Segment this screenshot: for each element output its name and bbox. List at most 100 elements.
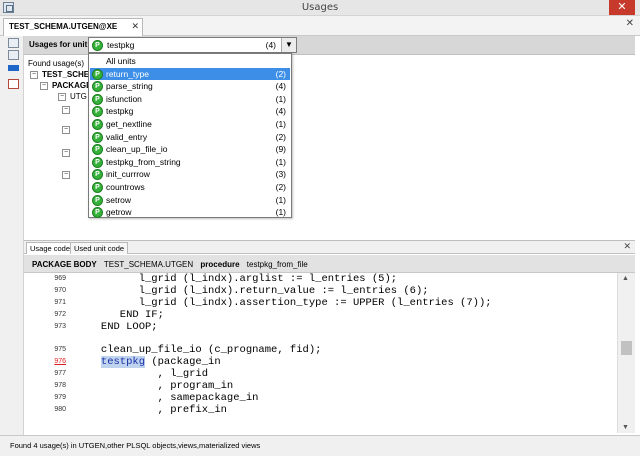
line-number: 980 xyxy=(54,406,66,413)
scroll-down-icon[interactable]: ▼ xyxy=(622,424,629,431)
usages-for-unit-label: Usages for unit : xyxy=(29,40,93,49)
dropdown-item-name: return_type xyxy=(106,68,149,79)
dropdown-item[interactable]: Preturn_type (2) xyxy=(90,67,290,81)
code-text: END IF; xyxy=(82,309,164,321)
line-number: 977 xyxy=(54,370,66,377)
dropdown-item-name: parse_string xyxy=(106,81,153,92)
code-text: l_grid (l_indx).arglist := l_entries (5)… xyxy=(82,273,398,285)
dropdown-item-count: (9) xyxy=(275,144,286,155)
dropdown-item[interactable]: Psetrow (1) xyxy=(90,194,290,207)
code-scrollbar[interactable]: ▲ ▼ xyxy=(617,273,635,433)
unit-select-value: testpkg xyxy=(107,40,135,50)
dropdown-item[interactable]: Ptestpkg (4) xyxy=(90,105,290,118)
dropdown-item-count: (1) xyxy=(275,93,286,104)
dropdown-item-count: (1) xyxy=(275,119,286,129)
package-icon: P xyxy=(92,182,103,193)
line-number: 972 xyxy=(54,311,66,318)
dropdown-item[interactable]: Pgetrow (1) xyxy=(90,206,290,219)
code-text: END LOOP; xyxy=(82,321,158,333)
pane-close-icon[interactable]: ✕ xyxy=(623,241,631,252)
window-titlebar: Usages ✕ xyxy=(0,0,640,16)
highlighted-usage[interactable]: testpkg xyxy=(100,356,146,368)
highlight-icon[interactable] xyxy=(8,65,19,71)
dropdown-item[interactable]: Pcountrows (2) xyxy=(90,181,290,194)
tree-node-unit[interactable]: − UTG xyxy=(58,92,87,103)
unit-select[interactable]: P testpkg (4) ▼ xyxy=(88,37,297,53)
tree-node-collapsed[interactable]: − xyxy=(62,170,74,181)
object-owner: TEST_SCHEMA.UTGEN xyxy=(103,260,194,269)
unit-select-count: (4) xyxy=(265,40,276,50)
tab-used-unit-code[interactable]: Used unit code xyxy=(70,242,129,254)
tree-node-schema[interactable]: − TEST_SCHEM xyxy=(30,70,96,81)
expand-all-icon[interactable] xyxy=(8,38,19,48)
dropdown-item-name: countrows xyxy=(106,182,145,192)
document-tab-label: TEST_SCHEMA.UTGEN@XE xyxy=(9,22,118,31)
tree-node-collapsed[interactable]: − xyxy=(62,148,74,159)
tree-node-package[interactable]: − PACKAGE xyxy=(40,81,91,92)
tree-node-collapsed[interactable]: − xyxy=(62,125,74,136)
collapse-icon[interactable]: − xyxy=(30,70,38,79)
dropdown-item[interactable]: Pisfunction (1) xyxy=(90,93,290,106)
scrollbar-thumb[interactable] xyxy=(621,341,632,355)
collapse-icon[interactable]: − xyxy=(62,125,70,134)
collapse-icon[interactable]: − xyxy=(40,81,48,90)
dropdown-item[interactable]: Pget_nextline (1) xyxy=(90,118,290,131)
dropdown-item[interactable]: Pclean_up_file_io (9) xyxy=(90,143,290,156)
code-viewer[interactable]: 969 l_grid (l_indx).arglist := l_entries… xyxy=(24,273,617,433)
code-text: l_grid (l_indx).return_value := l_entrie… xyxy=(82,285,429,297)
unit-select-dropdown: All units Preturn_type (2) Pparse_string (4… xyxy=(88,53,292,219)
dropdown-item-name: testpkg xyxy=(106,106,134,117)
dropdown-item[interactable]: Ptestpkg_from_string (1) xyxy=(90,156,290,169)
line-number: 973 xyxy=(54,323,66,330)
tree-node-collapsed[interactable]: − xyxy=(62,105,74,116)
package-icon: P xyxy=(92,119,103,130)
dropdown-item[interactable]: Pinit_currrow (3) xyxy=(90,168,290,181)
collapse-icon[interactable]: − xyxy=(62,105,70,114)
dropdown-item-name: isfunction xyxy=(106,93,142,104)
dropdown-item-all-units[interactable]: All units xyxy=(90,55,290,68)
document-close-icon[interactable]: ✕ xyxy=(626,18,634,29)
line-number: 971 xyxy=(54,299,66,306)
sub-object-kind: procedure xyxy=(200,260,240,269)
status-bar: Found 4 usage(s) in UTGEN,other PLSQL ob… xyxy=(0,435,640,456)
dropdown-item-name: clean_up_file_io xyxy=(106,144,168,155)
scroll-up-icon[interactable]: ▲ xyxy=(622,275,629,282)
package-icon: P xyxy=(92,68,103,80)
collapse-icon[interactable]: − xyxy=(62,170,70,179)
package-icon: P xyxy=(92,131,103,143)
code-text: , prefix_in xyxy=(82,404,227,416)
tab-usage-code[interactable]: Usage code xyxy=(26,242,75,254)
code-tabs: Usage code Used unit code ✕ xyxy=(24,241,635,254)
window-close-button[interactable]: ✕ xyxy=(609,0,635,15)
window-title: Usages xyxy=(301,2,339,13)
code-text: l_grid (l_indx).assertion_type := UPPER … xyxy=(82,297,492,309)
dropdown-item-name: getrow xyxy=(106,207,132,218)
package-icon: P xyxy=(92,93,103,105)
line-number: 976 xyxy=(54,358,66,365)
package-icon: P xyxy=(92,169,103,181)
dropdown-item[interactable]: Pvalid_entry (2) xyxy=(90,131,290,144)
package-icon: P xyxy=(92,81,103,93)
dropdown-item-name: init_currrow xyxy=(106,169,150,180)
line-number: 969 xyxy=(54,275,66,282)
dropdown-item-name: testpkg_from_string xyxy=(106,156,181,167)
export-icon[interactable] xyxy=(8,79,19,89)
found-usages-label: Found usage(s) xyxy=(28,59,85,68)
dropdown-item[interactable]: Pparse_string (4) xyxy=(90,80,290,93)
code-text: , program_in xyxy=(82,380,234,392)
chevron-down-icon[interactable]: ▼ xyxy=(281,38,296,52)
code-path-breadcrumb: PACKAGE BODY TEST_SCHEMA.UTGEN procedure… xyxy=(24,255,635,273)
dropdown-item-count: (2) xyxy=(275,131,286,142)
document-tab[interactable]: TEST_SCHEMA.UTGEN@XE ✕ xyxy=(3,18,143,36)
line-number: 978 xyxy=(54,382,66,389)
collapse-all-icon[interactable] xyxy=(8,50,19,60)
collapse-icon[interactable]: − xyxy=(62,148,70,157)
collapse-icon[interactable]: − xyxy=(58,92,66,101)
document-tab-close-icon[interactable]: ✕ xyxy=(131,21,139,32)
document-tab-bar: TEST_SCHEMA.UTGEN@XE ✕ ✕ xyxy=(0,16,640,36)
dropdown-item-name: valid_entry xyxy=(106,131,148,142)
dropdown-item-count: (1) xyxy=(275,207,286,218)
package-icon: P xyxy=(92,40,103,51)
left-toolbar xyxy=(0,36,24,436)
package-icon: P xyxy=(92,207,103,219)
